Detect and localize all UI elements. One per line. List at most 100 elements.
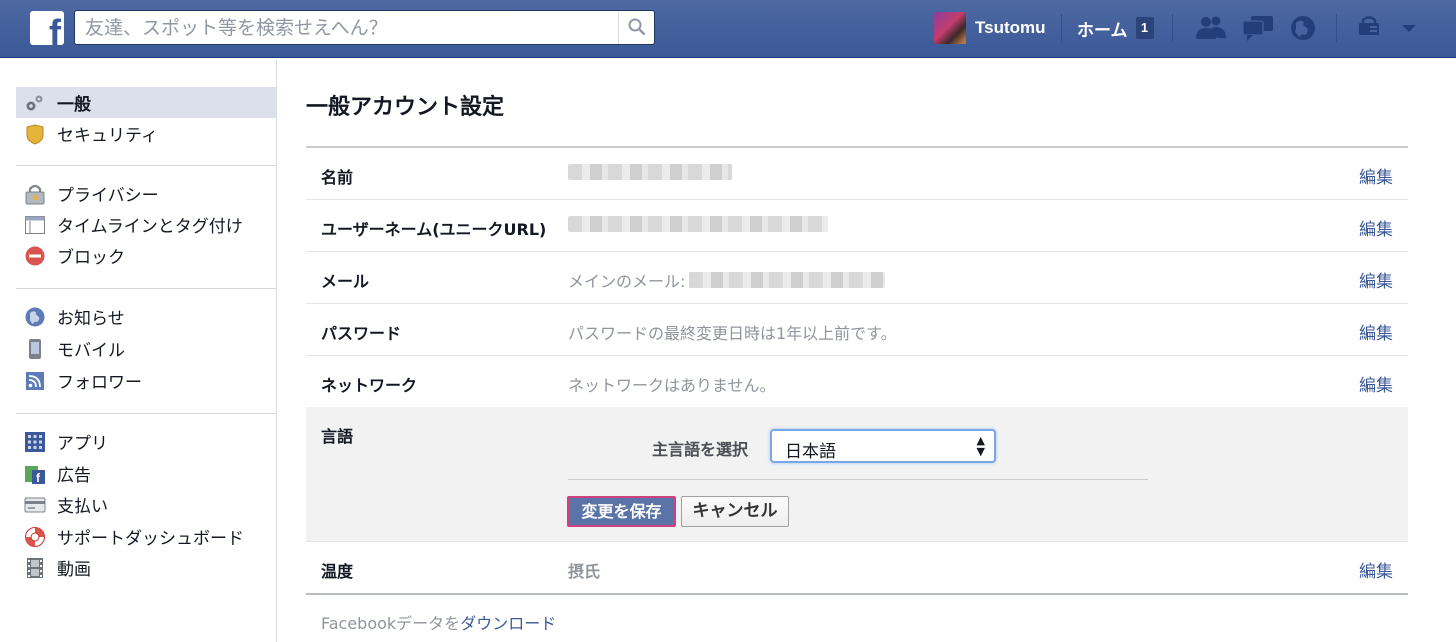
primary-language-select[interactable]: 日本語 ▲ ▼ — [770, 429, 996, 463]
block-icon — [25, 246, 45, 265]
redacted-name — [568, 164, 732, 180]
rss-icon — [26, 371, 44, 390]
row-value: メインのメール: — [568, 268, 886, 292]
divider — [1336, 14, 1337, 42]
sidebar-item-timeline-tagging[interactable]: タイムラインとタグ付け — [16, 209, 276, 240]
sidebar-divider — [16, 165, 276, 166]
friend-requests-icon[interactable] — [1194, 13, 1228, 43]
sidebar-item-apps[interactable]: アプリ — [16, 426, 276, 457]
sidebar-item-label: フォロワー — [57, 373, 142, 393]
sidebar-item-support-dashboard[interactable]: サポートダッシュボード — [16, 521, 276, 552]
sidebar-item-label: タイムラインとタグ付け — [57, 217, 243, 237]
sidebar-item-label: セキュリティ — [57, 126, 158, 146]
film-icon — [27, 557, 43, 578]
sidebar-item-label: サポートダッシュボード — [57, 529, 244, 549]
sidebar-item-label: 広告 — [57, 466, 91, 486]
facebook-logo-icon[interactable]: f — [30, 11, 64, 45]
search-button[interactable] — [618, 11, 654, 44]
row-label: ネットワーク — [321, 376, 418, 395]
sidebar-item-general[interactable]: 一般 — [16, 87, 276, 118]
privacy-shortcuts-icon[interactable] — [1356, 13, 1390, 43]
sidebar-item-notifications[interactable]: お知らせ — [16, 301, 276, 332]
edit-username-link[interactable]: 編集 — [1359, 215, 1393, 240]
download-link[interactable]: ダウンロード — [460, 614, 556, 633]
row-label: パスワード — [321, 324, 402, 343]
ads-icon: f — [25, 465, 45, 485]
row-label: 名前 — [321, 168, 354, 187]
messages-icon[interactable] — [1241, 13, 1275, 43]
language-divider — [568, 479, 1148, 480]
home-label: ホーム — [1077, 20, 1128, 41]
globe-icon — [25, 307, 45, 326]
edit-network-link[interactable]: 編集 — [1359, 371, 1393, 396]
divider — [1061, 14, 1062, 42]
sidebar-item-mobile[interactable]: モバイル — [16, 333, 276, 364]
avatar — [934, 12, 966, 44]
edit-email-link[interactable]: 編集 — [1359, 267, 1393, 292]
row-value-redacted — [568, 164, 732, 180]
settings-row-username: ユーザーネーム(ユニークURL) 編集 — [306, 200, 1408, 252]
lifebuoy-icon — [25, 526, 45, 547]
save-changes-button[interactable]: 変更を保存 — [567, 496, 676, 527]
row-label: メール — [321, 272, 370, 291]
selected-language: 日本語 — [785, 442, 836, 462]
settings-row-network: ネットワーク ネットワークはありません。 編集 — [306, 356, 1408, 408]
row-value: パスワードの最終変更日時は1年以上前です。 — [568, 324, 897, 343]
home-link[interactable]: ホーム 1 — [1077, 14, 1154, 42]
sidebar-item-privacy[interactable]: プライバシー — [16, 178, 276, 209]
select-arrows-icon: ▲ ▼ — [976, 434, 985, 458]
row-value-redacted — [568, 216, 828, 232]
gears-icon — [26, 95, 43, 110]
sidebar-item-payments[interactable]: 支払い — [16, 489, 276, 520]
download-data-line: Facebookデータをダウンロード — [321, 610, 556, 634]
settings-row-language: 言語 主言語を選択 日本語 ▲ ▼ 変更を保存 キャンセル — [306, 407, 1408, 542]
sidebar-item-blocking[interactable]: ブロック — [16, 240, 276, 271]
sidebar-item-label: プライバシー — [57, 186, 159, 206]
sidebar-divider — [16, 288, 276, 289]
payment-card-icon — [24, 497, 46, 512]
home-badge: 1 — [1135, 17, 1154, 39]
row-label: 言語 — [321, 427, 354, 446]
sidebar-item-label: アプリ — [57, 434, 108, 454]
settings-row-email: メール メインのメール: 編集 — [306, 252, 1408, 304]
search-input[interactable] — [75, 11, 620, 44]
divider — [1172, 14, 1173, 42]
redacted-email — [689, 272, 886, 288]
lock-icon — [25, 184, 45, 204]
email-prefix: メインのメール: — [568, 272, 686, 291]
sidebar-item-ads[interactable]: f 広告 — [16, 458, 276, 489]
sidebar-item-label: お知らせ — [57, 309, 125, 329]
mobile-icon — [29, 338, 41, 359]
row-label: 温度 — [321, 562, 354, 581]
shield-icon — [26, 123, 44, 145]
chevron-down-icon[interactable] — [1396, 13, 1430, 43]
cancel-button[interactable]: キャンセル — [681, 496, 789, 527]
profile-link[interactable]: Tsutomu — [934, 12, 1046, 44]
row-value: 摂氏 — [568, 562, 601, 581]
notifications-globe-icon[interactable] — [1286, 13, 1320, 43]
sidebar-item-label: 支払い — [57, 497, 108, 517]
sidebar-item-videos[interactable]: 動画 — [16, 552, 276, 583]
settings-row-password: パスワード パスワードの最終変更日時は1年以上前です。 編集 — [306, 304, 1408, 356]
edit-name-link[interactable]: 編集 — [1359, 163, 1393, 188]
sidebar-item-followers[interactable]: フォロワー — [16, 365, 276, 396]
row-value: ネットワークはありません。 — [568, 376, 776, 395]
sidebar-divider — [16, 413, 276, 414]
apps-icon — [25, 431, 45, 452]
settings-row-name: 名前 編集 — [306, 148, 1408, 200]
page-title: 一般アカウント設定 — [306, 95, 505, 120]
top-bar: f Tsutomu ホーム 1 — [0, 0, 1456, 58]
sidebar-item-security[interactable]: セキュリティ — [16, 118, 276, 149]
user-name: Tsutomu — [975, 18, 1046, 37]
sidebar-item-label: ブロック — [57, 248, 125, 268]
sidebar-item-label: モバイル — [57, 341, 125, 361]
edit-temperature-link[interactable]: 編集 — [1359, 557, 1393, 582]
edit-password-link[interactable]: 編集 — [1359, 319, 1393, 344]
redacted-username — [568, 216, 828, 232]
download-prefix: Facebookデータを — [321, 614, 461, 633]
sidebar-item-label: 一般 — [57, 95, 91, 115]
row-label: ユーザーネーム(ユニークURL) — [321, 220, 547, 239]
settings-row-temperature: 温度 摂氏 編集 — [306, 542, 1408, 595]
search-box — [74, 10, 655, 45]
timeline-icon — [25, 215, 45, 234]
